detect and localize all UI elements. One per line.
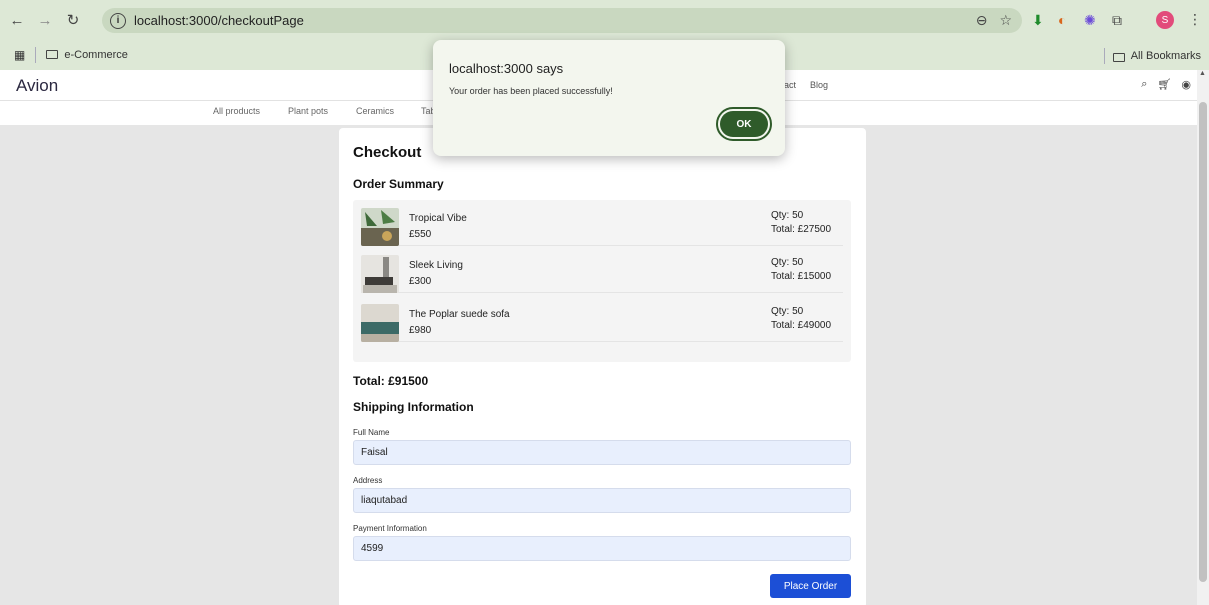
- list-item: Tropical Vibe £550 Qty: 50 Total: £27500: [361, 202, 843, 246]
- category-ceramics[interactable]: Ceramics: [356, 106, 394, 116]
- cart-icon[interactable]: 🛒︎: [1157, 78, 1171, 91]
- folder-icon: [1112, 52, 1125, 62]
- item-qty: Qty: 50: [771, 257, 804, 268]
- bookmark-star-icon[interactable]: ☆: [999, 12, 1012, 29]
- item-qty: Qty: 50: [771, 210, 804, 221]
- product-thumbnail: [361, 255, 399, 293]
- page-scrollbar[interactable]: ▲: [1197, 70, 1209, 605]
- item-price: £300: [409, 276, 432, 287]
- item-name: Sleek Living: [409, 260, 463, 271]
- ok-button-focus-ring: OK: [716, 107, 772, 141]
- item-qty: Qty: 50: [771, 306, 804, 317]
- bookmark-folder-ecommerce[interactable]: e-Commerce: [46, 49, 128, 61]
- user-icon[interactable]: ◉: [1181, 78, 1191, 91]
- full-name-label: Full Name: [353, 428, 390, 437]
- item-price: £550: [409, 229, 432, 240]
- address-bar[interactable]: i localhost:3000/checkoutPage ⊖ ☆: [102, 8, 1022, 33]
- url-text[interactable]: localhost:3000/checkoutPage: [134, 13, 304, 28]
- gear-extension-icon[interactable]: ✺: [1084, 10, 1096, 30]
- alert-dialog: localhost:3000 says Your order has been …: [433, 40, 785, 156]
- order-summary-heading: Order Summary: [353, 177, 444, 191]
- grand-total: Total: £91500: [353, 374, 429, 388]
- address-input[interactable]: liaqutabad: [353, 488, 851, 513]
- browser-menu-icon[interactable]: ⋮: [1188, 11, 1202, 28]
- item-name: The Poplar suede sofa: [409, 309, 510, 320]
- list-item: The Poplar suede sofa £980 Qty: 50 Total…: [361, 298, 843, 342]
- scrollbar-thumb[interactable]: [1199, 102, 1207, 582]
- dialog-message: Your order has been placed successfully!: [449, 86, 613, 96]
- place-order-button[interactable]: Place Order: [770, 574, 851, 598]
- download-extension-icon[interactable]: ⬇: [1032, 10, 1044, 30]
- payment-input[interactable]: 4599: [353, 536, 851, 561]
- address-label: Address: [353, 476, 383, 485]
- color-extension-icon[interactable]: ◐: [1058, 10, 1066, 30]
- category-all-products[interactable]: All products: [213, 106, 260, 116]
- extensions-puzzle-icon[interactable]: ⧉: [1112, 10, 1122, 30]
- dialog-title: localhost:3000 says: [449, 61, 564, 76]
- payment-label: Payment Information: [353, 524, 427, 533]
- site-info-icon[interactable]: i: [110, 12, 126, 29]
- apps-grid-icon[interactable]: ▦: [14, 48, 25, 62]
- all-bookmarks[interactable]: All Bookmarks: [1094, 48, 1201, 64]
- back-icon[interactable]: ←: [6, 9, 28, 31]
- item-total: Total: £15000: [771, 271, 832, 282]
- item-total: Total: £49000: [771, 320, 832, 331]
- nav-link-blog[interactable]: Blog: [810, 80, 828, 90]
- list-item: Sleek Living £300 Qty: 50 Total: £15000: [361, 249, 843, 293]
- nav-link-contact[interactable]: act: [784, 80, 796, 90]
- category-plant-pots[interactable]: Plant pots: [288, 106, 328, 116]
- item-price: £980: [409, 325, 432, 336]
- folder-icon: [46, 50, 59, 59]
- zoom-icon[interactable]: ⊖: [976, 12, 988, 29]
- item-name: Tropical Vibe: [409, 213, 467, 224]
- ok-button[interactable]: OK: [720, 111, 768, 137]
- product-thumbnail: [361, 208, 399, 246]
- item-total: Total: £27500: [771, 224, 832, 235]
- brand-logo[interactable]: Avion: [16, 76, 58, 96]
- browser-toolbar: ← → ↻ i localhost:3000/checkoutPage ⊖ ☆ …: [0, 0, 1209, 40]
- full-name-input[interactable]: Faisal: [353, 440, 851, 465]
- reload-icon[interactable]: ↻: [62, 9, 84, 31]
- order-items-list: Tropical Vibe £550 Qty: 50 Total: £27500…: [353, 200, 851, 362]
- shipping-heading: Shipping Information: [353, 400, 474, 414]
- page-title: Checkout: [353, 144, 422, 161]
- profile-avatar[interactable]: S: [1156, 11, 1174, 29]
- checkout-card: Checkout Order Summary Tropical Vibe £55…: [339, 128, 866, 605]
- scroll-up-icon[interactable]: ▲: [1199, 70, 1206, 77]
- product-thumbnail: [361, 304, 399, 342]
- search-icon[interactable]: ⌕: [1141, 78, 1147, 91]
- forward-icon[interactable]: →: [34, 9, 56, 31]
